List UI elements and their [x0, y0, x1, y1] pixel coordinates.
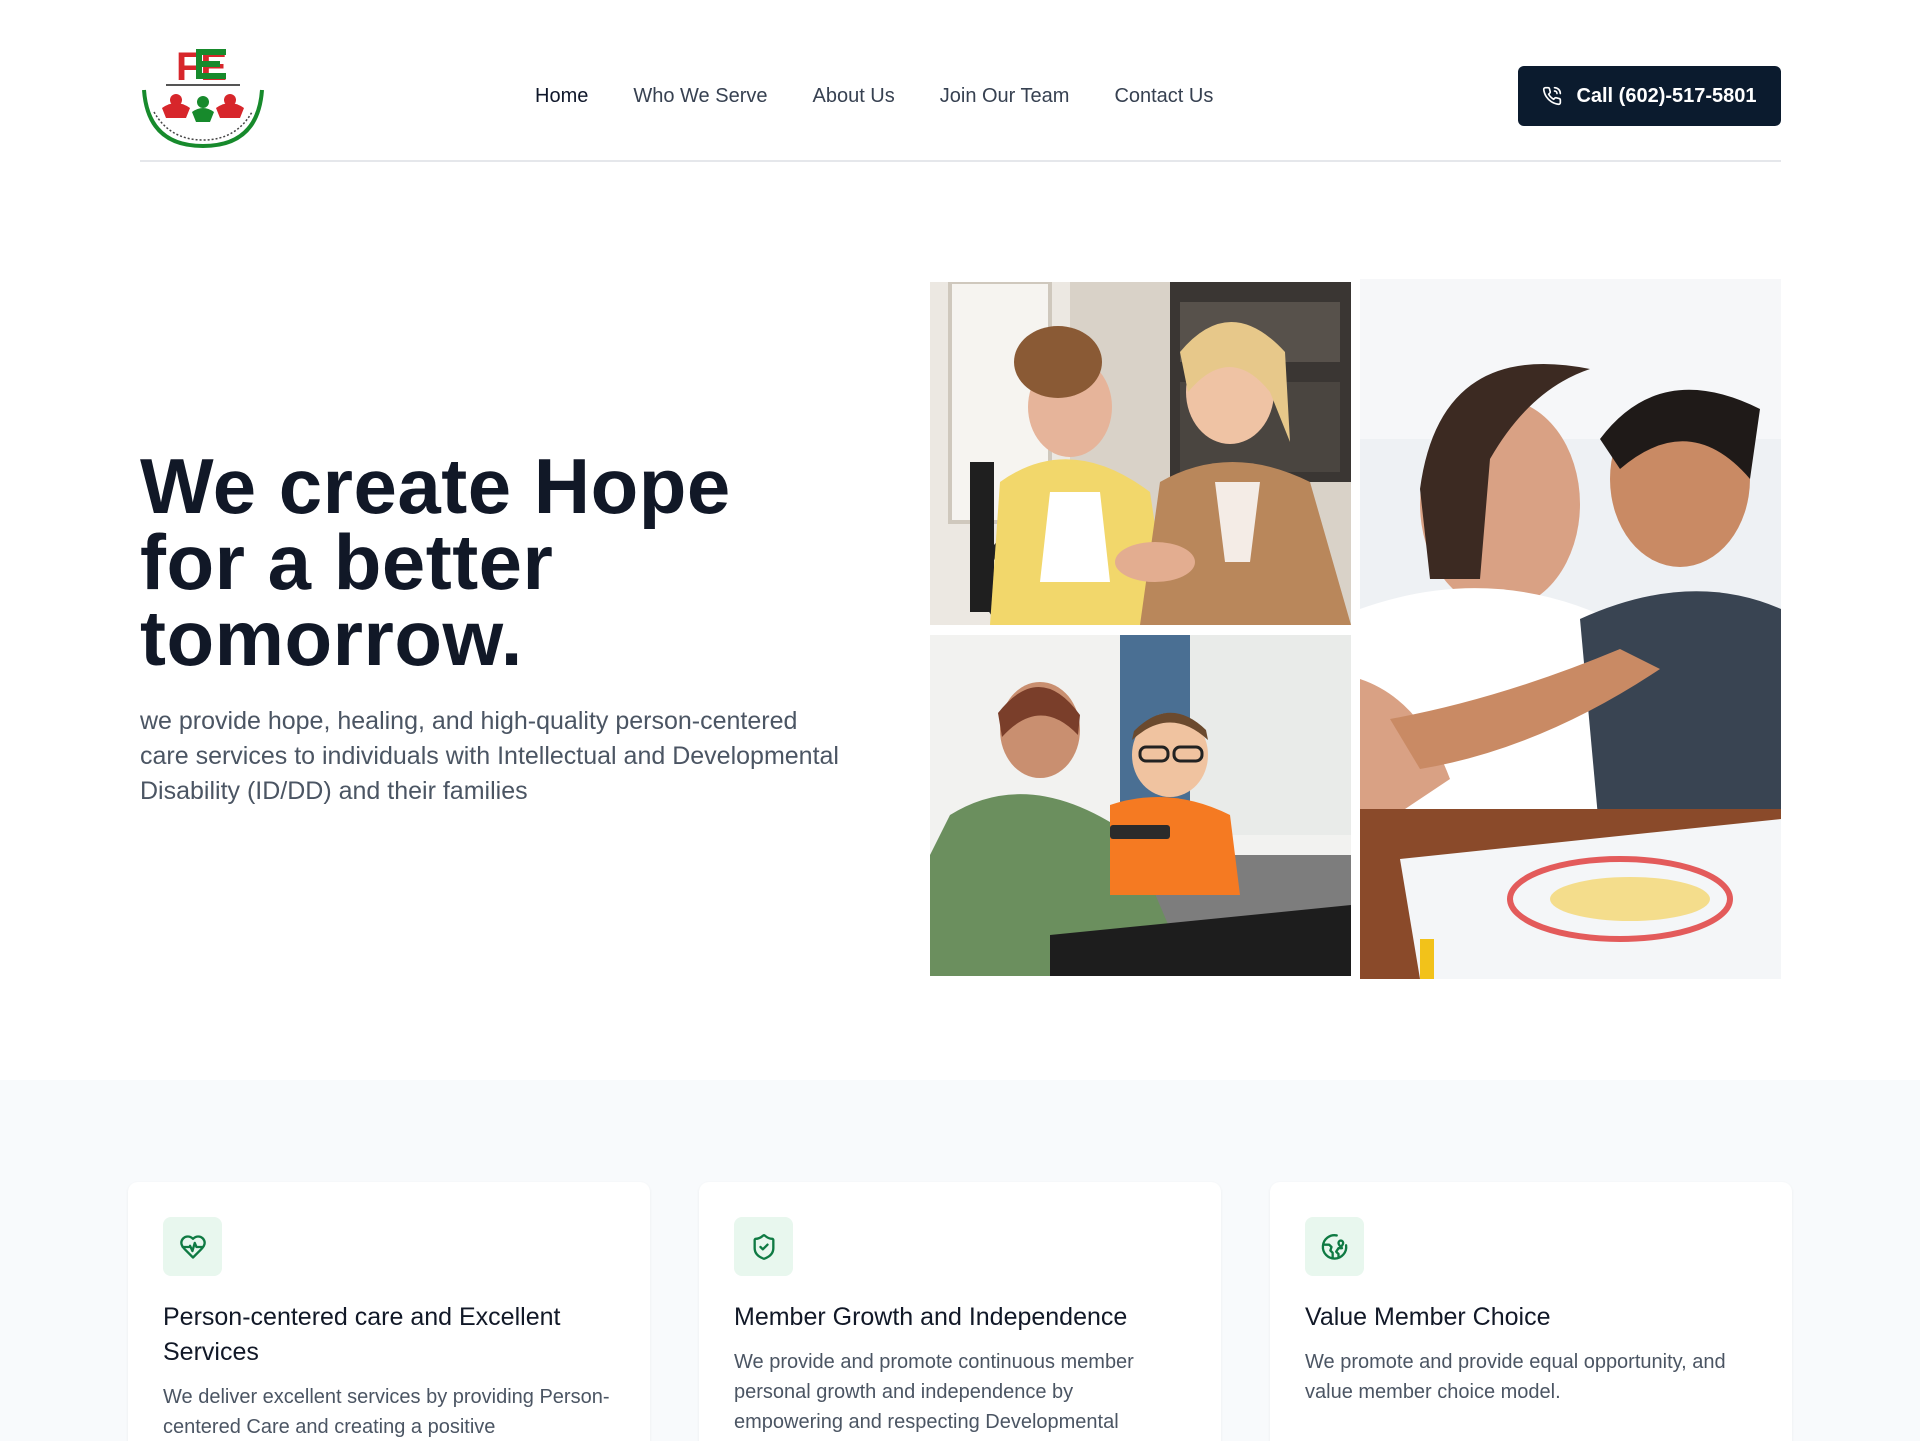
feature-title: Member Growth and Independence [734, 1303, 1128, 1331]
hero-title: We create Hope for a better tomorrow. [140, 442, 731, 682]
heart-pulse-icon [163, 1217, 222, 1276]
hero-subtitle: we provide hope, healing, and high-quali… [140, 707, 839, 805]
features-section: Person-centered care and Excellent Servi… [0, 1080, 1920, 1441]
feature-card-member-choice: Value Member Choice We promote and provi… [1270, 1182, 1792, 1441]
nav-about-us[interactable]: About Us [812, 80, 894, 112]
feature-text: We deliver excellent services by providi… [163, 1386, 610, 1438]
feature-text: We provide and promote continuous member… [734, 1351, 1134, 1433]
globe-pin-icon [1305, 1217, 1364, 1276]
photo-woman-and-boy-laughing [1360, 279, 1781, 979]
call-button-label: Call (602)-517-5801 [1576, 84, 1757, 107]
main-nav: Home Who We Serve About Us Join Our Team… [535, 80, 1213, 112]
feature-card-person-centered-care: Person-centered care and Excellent Servi… [128, 1182, 650, 1441]
shield-check-icon [734, 1217, 793, 1276]
logo-icon: FE [142, 45, 264, 149]
nav-join-our-team[interactable]: Join Our Team [940, 80, 1070, 112]
photo-caregiver-wheelchair [930, 282, 1351, 625]
nav-who-we-serve[interactable]: Who We Serve [633, 80, 767, 112]
nav-home[interactable]: Home [535, 80, 588, 112]
feature-card-member-growth: Member Growth and Independence We provid… [699, 1182, 1221, 1441]
call-button[interactable]: Call (602)-517-5801 [1518, 66, 1781, 126]
photo-woman-and-boy-couch [930, 635, 1351, 976]
feature-title: Value Member Choice [1305, 1303, 1551, 1331]
feature-title: Person-centered care and Excellent Servi… [163, 1303, 561, 1366]
feature-text: We promote and provide equal opportunity… [1305, 1351, 1726, 1403]
nav-contact-us[interactable]: Contact Us [1114, 80, 1213, 112]
phone-icon [1543, 86, 1562, 106]
site-header: FE Home Who We Serve About Us Join Our T… [140, 0, 1781, 162]
company-logo[interactable]: FE [140, 42, 266, 149]
